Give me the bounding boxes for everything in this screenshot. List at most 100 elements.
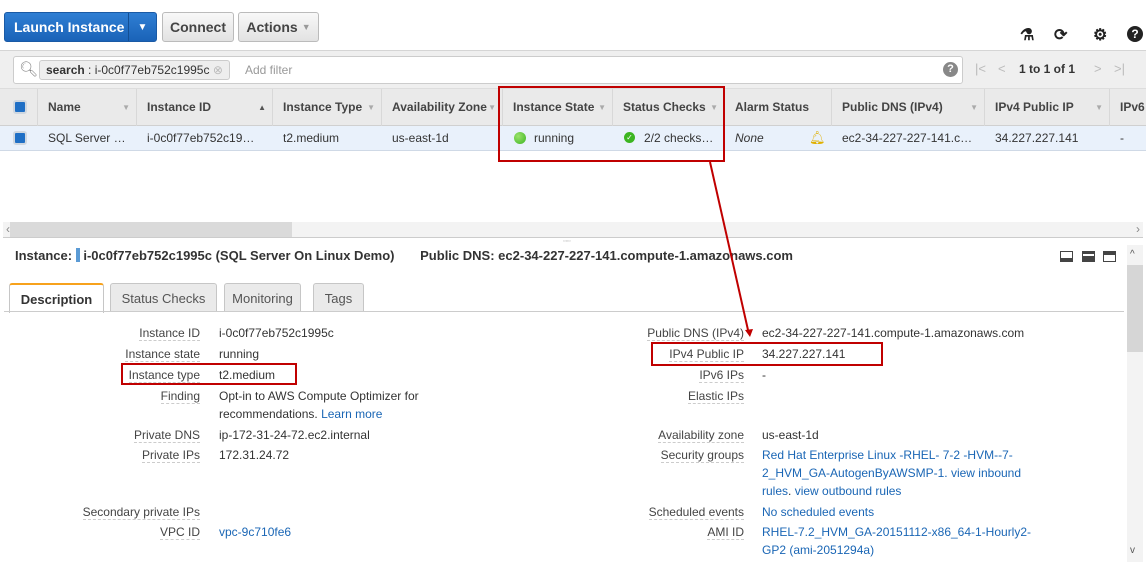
tab-description[interactable]: Description [9,283,104,313]
close-icon[interactable]: ⊗ [213,63,223,77]
divider [3,237,1143,238]
alarm-bell-icon[interactable]: 🔔︎ [809,130,826,146]
tab-monitoring[interactable]: Monitoring [224,283,301,312]
pagination-text: 1 to 1 of 1 [1019,62,1076,76]
learn-more-link[interactable]: Learn more [321,407,382,421]
resize-handle[interactable]: ▫▫▫ [563,238,570,245]
col-label: Alarm Status [735,100,810,114]
horizontal-scrollbar[interactable]: ‹ › [3,222,1143,237]
row-checkbox[interactable] [13,131,27,145]
cell-instance-id: i-0c0f77eb752c19… [147,131,255,145]
next-page-icon[interactable]: > [1094,61,1102,76]
value-text: us-east-1d [762,428,819,442]
col-label: Public DNS (IPv4) [842,100,943,114]
field-label: Instance state [125,345,200,363]
field-value[interactable]: No scheduled events [762,503,1052,521]
tab-status-checks[interactable]: Status Checks [110,283,217,312]
instance-title: Instance: i-0c0f77eb752c1995c (SQL Serve… [15,248,793,263]
value-text: i-0c0f77eb752c1995c [219,326,334,340]
value-text: No scheduled events [762,505,875,519]
field-value[interactable]: RHEL-7.2_HVM_GA-20151112-x86_64-1-Hourly… [762,523,1042,559]
column-alarm-status[interactable]: Alarm Status [725,89,832,126]
dns-label: Public DNS: [420,248,495,263]
field-label: VPC ID [159,523,200,541]
cell-type: t2.medium [283,131,340,145]
column-instance-id[interactable]: Instance ID ▲ [137,89,273,126]
field-label: Public DNS (IPv4) [647,324,744,342]
last-page-icon[interactable]: >| [1114,61,1125,76]
field-value: - [762,366,1052,384]
value-text: ip-172-31-24-72.ec2.internal [219,428,370,442]
scroll-up-icon[interactable]: ^ [1130,249,1135,260]
cell-ipv6: - [1120,131,1124,145]
panel-small-icon[interactable] [1060,251,1073,262]
instance-value: i-0c0f77eb752c1995c (SQL Server On Linux… [83,248,395,263]
field-label: Secondary private IPs [82,503,200,521]
annotation-box [498,86,725,162]
tab-divider [4,311,1124,312]
token-value: : i-0c0f77eb752c1995c [84,63,210,77]
column-public-dns[interactable]: Public DNS (IPv4) ▼ [832,89,985,126]
value-text: - [762,368,766,382]
cell-alarm: None [735,131,764,145]
field-value: 172.31.24.72 [219,446,509,464]
vertical-scrollbar[interactable]: ^ v [1127,245,1143,562]
label-text: Private IPs [141,448,200,463]
scroll-down-icon[interactable]: v [1130,545,1135,556]
launch-instance-button[interactable]: Launch Instance ▼ [4,12,157,42]
gear-icon[interactable]: ⚙ [1093,25,1107,45]
help-icon[interactable]: ? [1127,26,1143,42]
col-label: IPv6 [1120,100,1145,114]
filter-token[interactable]: search : i-0c0f77eb752c1995c ⊗ [39,60,230,80]
dns-value: ec2-34-227-227-141.compute-1.amazonaws.c… [498,248,793,263]
flask-icon[interactable]: ⚗ [1020,25,1034,45]
field-value[interactable]: Red Hat Enterprise Linux -RHEL- 7-2 -HVM… [762,446,1037,500]
annotation-box [651,342,883,366]
help-icon[interactable]: ? [943,62,958,77]
label-text: Secondary private IPs [82,505,200,520]
launch-dropdown-button[interactable]: ▼ [128,13,156,41]
panel-large-icon[interactable] [1103,251,1116,262]
panel-medium-icon[interactable] [1082,251,1095,262]
column-ipv4-public-ip[interactable]: IPv4 Public IP ▼ [985,89,1110,126]
select-all-checkbox[interactable] [13,100,27,114]
col-label: IPv4 Public IP [995,100,1074,114]
label-text: Availability zone [658,428,744,443]
search-input[interactable]: 🔍︎ search : i-0c0f77eb752c1995c ⊗ Add fi… [13,56,963,84]
connect-button[interactable]: Connect [162,12,234,42]
first-page-icon[interactable]: |< [975,61,986,76]
label-text: Finding [160,389,200,404]
column-instance-type[interactable]: Instance Type ▼ [273,89,382,126]
field-label: Instance ID [139,324,200,342]
field-label: Availability zone [658,426,744,444]
actions-label: Actions [246,19,298,35]
refresh-icon[interactable]: ⟳ [1054,25,1067,45]
value-text: running [219,347,260,361]
search-icon: 🔍︎ [19,61,39,78]
field-label: AMI ID [707,523,744,541]
annotation-box [121,363,297,385]
view-outbound-rules-link[interactable]: view outbound rules [795,484,902,498]
scroll-right-icon[interactable]: › [1136,222,1140,236]
scrollbar-thumb[interactable] [10,222,292,237]
label-text: Instance ID [139,326,200,341]
column-availability-zone[interactable]: Availability Zone ▼ [382,89,503,126]
label-text: AMI ID [707,525,744,540]
field-value: i-0c0f77eb752c1995c [219,324,509,342]
chevron-down-icon: ▼ [301,22,311,32]
actions-button[interactable]: Actions ▼ [238,12,319,42]
field-value: ec2-34-227-227-141.compute-1.amazonaws.c… [762,324,1052,342]
prev-page-icon[interactable]: < [998,61,1006,76]
cell-name: SQL Server … [48,131,126,145]
column-ipv6[interactable]: IPv6 [1110,89,1146,126]
filter-bar: 🔍︎ search : i-0c0f77eb752c1995c ⊗ Add fi… [0,50,1146,88]
cell-ip: 34.227.227.141 [995,131,1079,145]
field-value: Opt-in to AWS Compute Optimizer for reco… [219,387,434,423]
scrollbar-thumb[interactable] [1127,265,1143,352]
instance-label: Instance: [15,248,73,263]
field-label: Scheduled events [648,503,744,521]
tab-tags[interactable]: Tags [313,283,364,312]
col-label: Instance Type [283,100,363,114]
field-value[interactable]: vpc-9c710fe6 [219,523,509,541]
column-name[interactable]: Name ▼ [38,89,137,126]
